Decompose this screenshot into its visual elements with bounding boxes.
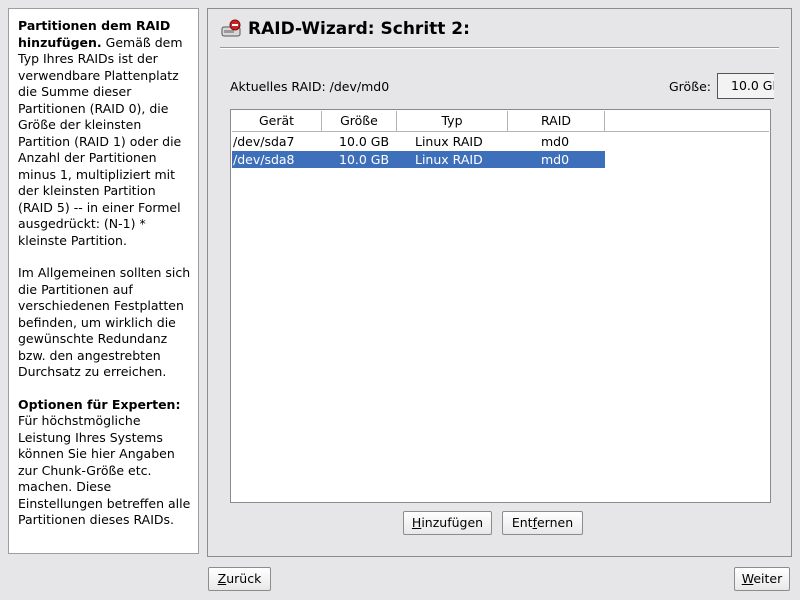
column-header-raid[interactable]: RAID <box>508 111 605 131</box>
next-button-label-post: eiter <box>753 571 783 586</box>
size-label: Größe: <box>669 79 711 94</box>
help-paragraph-2: Im Allgemeinen sollten sich die Partitio… <box>18 265 191 379</box>
current-raid-label: Aktuelles RAID: /dev/md0 <box>230 79 390 94</box>
cell-type: Linux RAID <box>415 134 483 149</box>
harddisk-icon <box>221 19 241 37</box>
add-button-label-post: inzufügen <box>421 515 484 530</box>
title-divider <box>220 47 779 49</box>
table-header: Gerät Größe Typ RAID <box>232 111 769 132</box>
remove-button[interactable]: Entfernen <box>502 511 583 535</box>
help-paragraph-1: Partitionen dem RAID hinzufügen. Gemäß d… <box>18 18 192 249</box>
help-heading-expert-options: Optionen für Experten: <box>18 396 181 412</box>
next-button-mnemonic: W <box>741 571 754 586</box>
size-field[interactable]: 10.0 GB <box>717 73 774 99</box>
back-button[interactable]: Zurück <box>208 567 271 591</box>
wizard-header: RAID-Wizard: Schritt 2: <box>220 15 470 43</box>
page-title: RAID-Wizard: Schritt 2: <box>248 19 470 39</box>
add-button[interactable]: Hinzufügen <box>403 511 492 535</box>
wizard-panel: RAID-Wizard: Schritt 2: Aktuelles RAID: … <box>207 8 792 557</box>
cell-size: 10.0 GB <box>339 134 390 149</box>
add-button-mnemonic: H <box>411 515 422 530</box>
cell-type: Linux RAID <box>415 152 483 167</box>
column-header-type[interactable]: Typ <box>397 111 508 131</box>
partition-table[interactable]: Gerät Größe Typ RAID /dev/sda7 10.0 GB L… <box>230 109 771 503</box>
cell-device: /dev/sda7 <box>233 134 295 149</box>
table-row-selected[interactable]: /dev/sda8 10.0 GB Linux RAID md0 <box>232 151 605 168</box>
help-paragraph-3: Optionen für Experten: Für höchstmögliche… <box>18 397 192 529</box>
back-button-label-post: urück <box>226 571 262 586</box>
cell-raid: md0 <box>541 152 570 167</box>
column-header-device[interactable]: Gerät <box>232 111 322 131</box>
help-panel: Partitionen dem RAID hinzufügen. Gemäß d… <box>8 8 199 554</box>
back-button-mnemonic: Z <box>217 571 227 586</box>
cell-device: /dev/sda8 <box>233 152 295 167</box>
table-row[interactable]: /dev/sda7 10.0 GB Linux RAID md0 <box>232 133 605 150</box>
remove-button-label-post: ernen <box>536 515 574 530</box>
column-header-size[interactable]: Größe <box>322 111 397 131</box>
cell-size: 10.0 GB <box>339 152 390 167</box>
help-text-3: Für höchstmögliche Leistung Ihres System… <box>18 413 191 527</box>
next-button[interactable]: Weiter <box>734 567 790 591</box>
cell-raid: md0 <box>541 134 570 149</box>
help-text-1: Gemäß dem Typ Ihres RAIDs ist der verwen… <box>18 34 183 248</box>
remove-button-label-pre: Ent <box>511 515 533 530</box>
